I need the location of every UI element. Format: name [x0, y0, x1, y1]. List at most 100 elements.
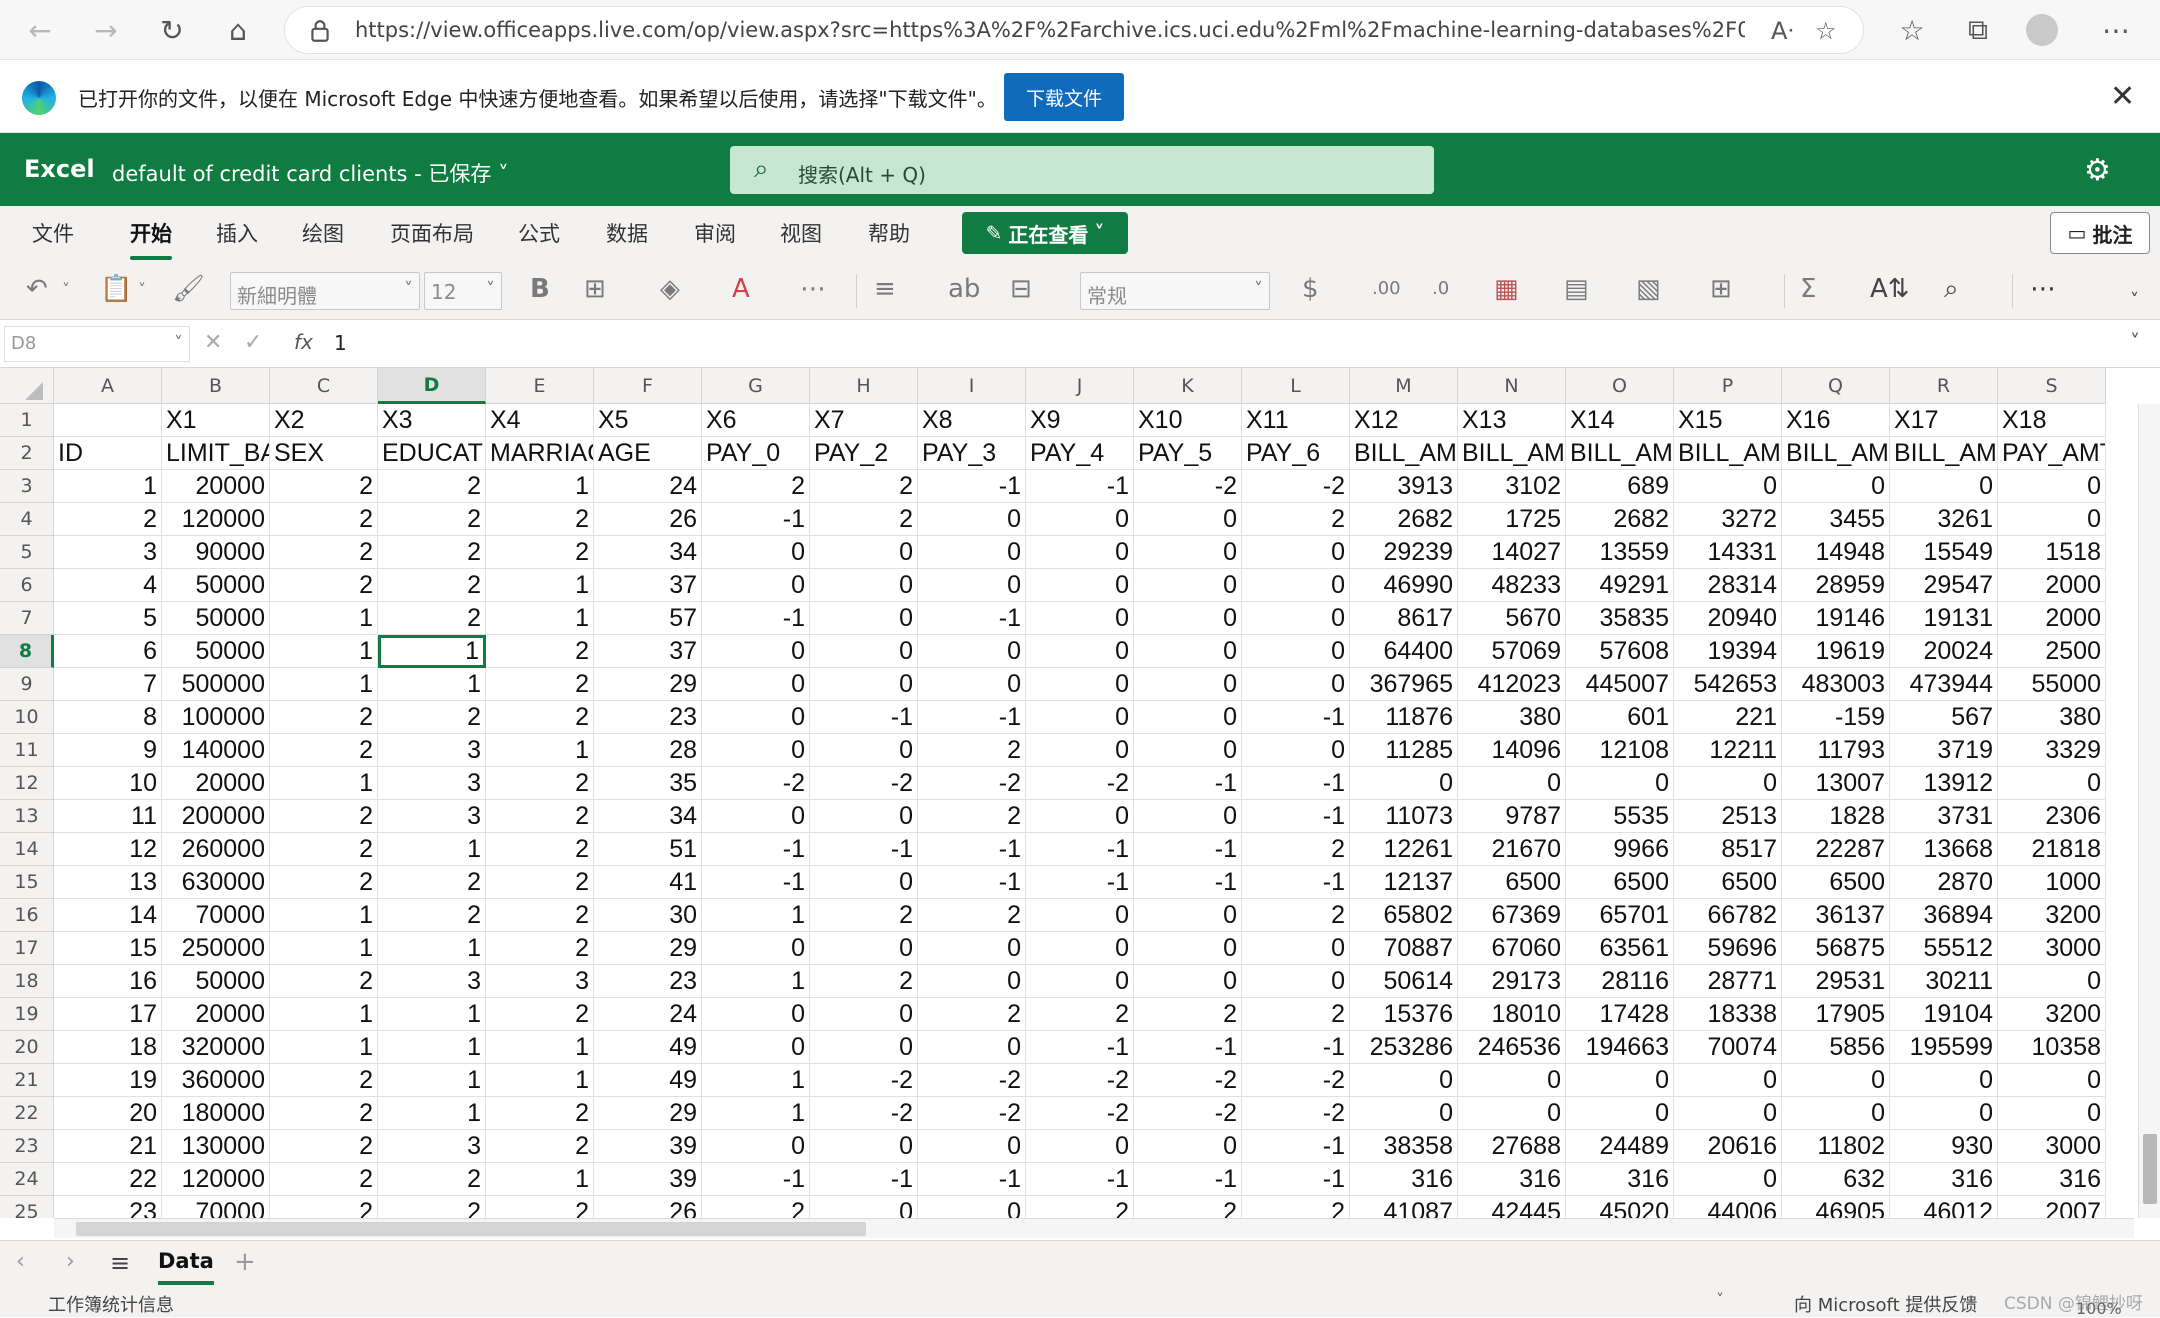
grid-cell[interactable]: 0	[702, 536, 810, 569]
grid-cell[interactable]: -1	[1242, 866, 1350, 899]
grid-cell[interactable]: 48233	[1458, 569, 1566, 602]
wrap-text-icon[interactable]: ab	[948, 274, 980, 304]
grid-cell[interactable]: 0	[810, 1196, 918, 1218]
grid-cell[interactable]: 2000	[1998, 569, 2106, 602]
grid-cell[interactable]: 19619	[1782, 635, 1890, 668]
sort-filter-icon[interactable]: A⇅	[1870, 274, 1910, 304]
grid-cell[interactable]: 2682	[1566, 503, 1674, 536]
grid-cell[interactable]: 2	[1026, 1196, 1134, 1218]
grid-cell[interactable]: 28959	[1782, 569, 1890, 602]
grid-cell[interactable]: 360000	[162, 1064, 270, 1097]
grid-cell[interactable]: 6500	[1782, 866, 1890, 899]
grid-cell[interactable]: 0	[1782, 1064, 1890, 1097]
grid-cell[interactable]: PAY_2	[810, 437, 918, 470]
grid-cell[interactable]: 2	[486, 800, 594, 833]
grid-cell[interactable]: -2	[1134, 1097, 1242, 1130]
more-options-icon[interactable]: ⋯	[2030, 274, 2056, 304]
bold-icon[interactable]: B	[530, 274, 550, 304]
grid-cell[interactable]: 0	[1026, 701, 1134, 734]
grid-cell[interactable]: 253286	[1350, 1031, 1458, 1064]
grid-cell[interactable]: 2	[810, 899, 918, 932]
grid-cell[interactable]: 200000	[162, 800, 270, 833]
grid-cell[interactable]: X4	[486, 404, 594, 437]
grid-cell[interactable]: 0	[1674, 767, 1782, 800]
add-sheet-icon[interactable]: +	[234, 1247, 256, 1277]
grid-cell[interactable]: 0	[1134, 899, 1242, 932]
row-header[interactable]: 2	[0, 437, 54, 470]
column-header-p[interactable]: P	[1674, 368, 1782, 404]
format-as-table-icon[interactable]: ▤	[1564, 274, 1589, 304]
grid-cell[interactable]: 28314	[1674, 569, 1782, 602]
grid-cell[interactable]: 0	[1026, 536, 1134, 569]
feedback-link[interactable]: 向 Microsoft 提供反馈	[1794, 1291, 1977, 1317]
grid-cell[interactable]: 0	[1134, 536, 1242, 569]
grid-cell[interactable]: 0	[1026, 932, 1134, 965]
grid-cell[interactable]: X8	[918, 404, 1026, 437]
spreadsheet-grid[interactable]: A B C D E F G H I J K L M N O P Q R S 1 X1 X2 X3 X4 X5 X6 X7 X8 X9 X1…	[0, 368, 2138, 1218]
grid-cell[interactable]: 3	[378, 767, 486, 800]
grid-cell[interactable]: -1	[1242, 701, 1350, 734]
grid-cell[interactable]: 1	[270, 998, 378, 1031]
grid-cell[interactable]: 29173	[1458, 965, 1566, 998]
grid-cell[interactable]: 0	[1458, 1097, 1566, 1130]
grid-cell[interactable]: -1	[918, 602, 1026, 635]
align-icon[interactable]: ≡	[874, 274, 896, 304]
row-header[interactable]: 6	[0, 569, 54, 602]
workbook-statistics[interactable]: 工作簿统计信息	[48, 1291, 174, 1317]
grid-cell[interactable]: 2	[1242, 503, 1350, 536]
font-size-select[interactable]: 12 ˅	[424, 272, 502, 310]
grid-cell[interactable]: X15	[1674, 404, 1782, 437]
grid-cell[interactable]: 67060	[1458, 932, 1566, 965]
grid-cell[interactable]: -2	[1134, 470, 1242, 503]
grid-cell[interactable]: -1	[1026, 866, 1134, 899]
grid-cell[interactable]: 67369	[1458, 899, 1566, 932]
grid-cell[interactable]: 20940	[1674, 602, 1782, 635]
grid-cell[interactable]: 55512	[1890, 932, 1998, 965]
grid-cell[interactable]: 316	[1890, 1163, 1998, 1196]
grid-cell[interactable]: -1	[702, 1163, 810, 1196]
grid-cell[interactable]: -1	[918, 866, 1026, 899]
grid-cell[interactable]: 36137	[1782, 899, 1890, 932]
column-header-q[interactable]: Q	[1782, 368, 1890, 404]
enter-icon[interactable]: ✓	[244, 330, 262, 355]
grid-cell[interactable]: 13559	[1566, 536, 1674, 569]
grid-cell[interactable]: 1	[378, 1097, 486, 1130]
favorites-icon[interactable]: ☆	[1890, 8, 1934, 52]
grid-cell[interactable]: 0	[810, 998, 918, 1031]
grid-cell[interactable]: 24	[594, 998, 702, 1031]
grid-cell[interactable]: 0	[1566, 1064, 1674, 1097]
grid-cell[interactable]: 35835	[1566, 602, 1674, 635]
grid-cell[interactable]: 2	[1242, 899, 1350, 932]
grid-cell[interactable]: 2	[486, 767, 594, 800]
read-aloud-icon[interactable]: Aᐧ	[1771, 17, 1794, 45]
grid-cell[interactable]: 0	[810, 1130, 918, 1163]
grid-cell[interactable]: 18	[54, 1031, 162, 1064]
grid-cell[interactable]: 3000	[1998, 1130, 2106, 1163]
grid-cell[interactable]: 22	[54, 1163, 162, 1196]
grid-cell[interactable]: 2	[270, 1064, 378, 1097]
grid-cell[interactable]: 45020	[1566, 1196, 1674, 1218]
grid-cell[interactable]: -1	[702, 833, 810, 866]
grid-cell[interactable]: 0	[1242, 932, 1350, 965]
grid-cell[interactable]: 1	[702, 899, 810, 932]
grid-cell[interactable]: -1	[918, 833, 1026, 866]
grid-cell[interactable]: 70074	[1674, 1031, 1782, 1064]
grid-cell[interactable]: 0	[1674, 1097, 1782, 1130]
grid-cell[interactable]: -2	[702, 767, 810, 800]
grid-cell[interactable]: 59696	[1674, 932, 1782, 965]
grid-cell[interactable]: 3	[378, 965, 486, 998]
grid-cell[interactable]: -1	[810, 701, 918, 734]
grid-cell[interactable]: 65701	[1566, 899, 1674, 932]
cancel-icon[interactable]: ✕	[204, 330, 222, 355]
grid-cell[interactable]: X12	[1350, 404, 1458, 437]
grid-cell[interactable]: 24489	[1566, 1130, 1674, 1163]
grid-cell[interactable]: 2	[810, 470, 918, 503]
grid-cell[interactable]: 57	[594, 602, 702, 635]
grid-cell[interactable]: 445007	[1566, 668, 1674, 701]
grid-cell[interactable]: 50000	[162, 635, 270, 668]
grid-cell[interactable]: 0	[1350, 767, 1458, 800]
row-header[interactable]: 9	[0, 668, 54, 701]
grid-cell[interactable]: 12108	[1566, 734, 1674, 767]
undo-icon[interactable]: ↶	[26, 274, 48, 304]
grid-cell[interactable]: -1	[1242, 767, 1350, 800]
